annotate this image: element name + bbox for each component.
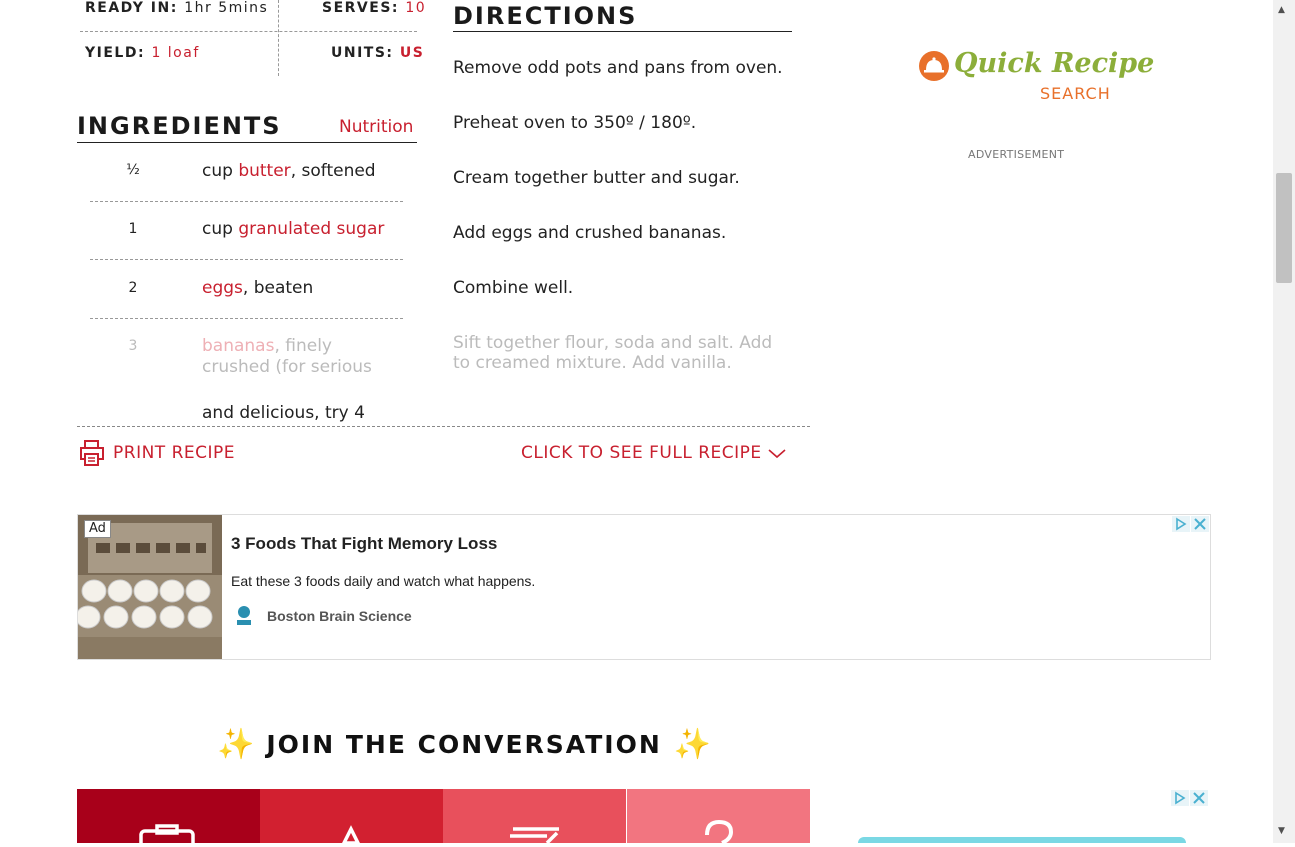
serves-value: 10 bbox=[405, 0, 427, 16]
advertiser-logo-icon bbox=[234, 605, 254, 627]
ingredient-post: , beaten bbox=[242, 278, 314, 298]
direction-step: Preheat oven to 350º / 180º. bbox=[453, 113, 697, 133]
yield-value: 1 loaf bbox=[151, 45, 200, 61]
advertisement-label: ADVERTISEMENT bbox=[968, 148, 1065, 161]
tile-photo[interactable] bbox=[77, 789, 260, 847]
directions-heading: DIRECTIONS bbox=[453, 2, 638, 30]
ad-title[interactable]: 3 Foods That Fight Memory Loss bbox=[231, 534, 497, 554]
ingredients-heading: INGREDIENTS bbox=[77, 112, 282, 140]
scroll-down-icon[interactable]: ▼ bbox=[1278, 826, 1285, 836]
chevron-down-icon bbox=[768, 449, 786, 459]
ingredient-link[interactable]: granulated sugar bbox=[238, 219, 384, 239]
serves-label: SERVES: bbox=[322, 0, 400, 16]
ingredient-qty: 2 bbox=[128, 280, 138, 296]
sidebar-ad-banner[interactable] bbox=[858, 837, 1186, 843]
ingredient-divider bbox=[90, 259, 403, 260]
units-label: UNITS: bbox=[331, 45, 394, 61]
print-recipe-button[interactable]: PRINT RECIPE bbox=[79, 439, 235, 467]
tile-review[interactable] bbox=[443, 789, 626, 845]
tile-question[interactable] bbox=[627, 789, 810, 845]
ad-advertiser[interactable]: Boston Brain Science bbox=[267, 608, 412, 624]
direction-step: Remove odd pots and pans from oven. bbox=[453, 58, 783, 78]
full-recipe-button[interactable]: CLICK TO SEE FULL RECIPE bbox=[521, 443, 787, 463]
native-ad[interactable]: Ad 3 Foods That Fight Memory Loss Eat th… bbox=[77, 514, 1211, 660]
full-recipe-label: CLICK TO SEE FULL RECIPE bbox=[521, 443, 762, 463]
conversation-title: JOIN THE CONVERSATION bbox=[266, 730, 662, 759]
ad-badge: Ad bbox=[84, 520, 111, 538]
ingredient-pre: cup bbox=[202, 161, 239, 181]
printer-icon bbox=[80, 440, 104, 466]
quick-recipe-search-logo[interactable]: Quick Recipe SEARCH bbox=[918, 48, 1154, 106]
ingredient-link[interactable]: butter bbox=[238, 161, 290, 181]
units-value[interactable]: US bbox=[400, 45, 424, 61]
question-icon bbox=[705, 819, 734, 845]
review-icon bbox=[510, 827, 559, 845]
meta-divider bbox=[80, 31, 417, 32]
ingredient-post: , softened bbox=[290, 161, 376, 181]
close-ad-icon[interactable] bbox=[1191, 516, 1209, 532]
close-ad-icon[interactable] bbox=[1190, 790, 1208, 806]
nutrition-link[interactable]: Nutrition bbox=[339, 117, 413, 137]
logo-subtext: SEARCH bbox=[1040, 84, 1111, 103]
recipe-bottom-divider bbox=[77, 426, 810, 427]
scroll-up-icon[interactable]: ▲ bbox=[1278, 5, 1285, 15]
ingredient-pre: cup bbox=[202, 219, 239, 239]
ingredient-text: bananas, finely crushed (for serious bbox=[202, 336, 402, 378]
print-recipe-label: PRINT RECIPE bbox=[113, 443, 236, 463]
conversation-heading: ✨ JOIN THE CONVERSATION ✨ bbox=[217, 727, 711, 762]
camera-icon bbox=[139, 824, 195, 847]
star-icon bbox=[341, 825, 361, 845]
sparkle-icon: ✨ bbox=[673, 727, 712, 762]
adchoices-icon[interactable] bbox=[1172, 516, 1190, 532]
cloche-icon bbox=[919, 51, 949, 81]
meta-vertical-divider bbox=[278, 0, 279, 76]
ingredient-divider bbox=[90, 318, 403, 319]
scrollbar-track[interactable] bbox=[1273, 0, 1295, 843]
ingredient-link[interactable]: eggs bbox=[202, 278, 243, 298]
yield-label: YIELD: bbox=[85, 45, 146, 61]
yield: YIELD: 1 loaf bbox=[85, 45, 200, 61]
units-selector[interactable]: UNITS: US bbox=[331, 45, 424, 61]
sparkle-icon: ✨ bbox=[217, 727, 255, 762]
ingredient-text: cup granulated sugar bbox=[202, 219, 384, 240]
ready-in: READY IN: 1hr 5mins bbox=[85, 0, 268, 16]
ready-in-value: 1hr 5mins bbox=[184, 0, 269, 16]
direction-step: Add eggs and crushed bananas. bbox=[453, 223, 727, 243]
direction-step: Sift together flour, soda and salt. Add … bbox=[453, 333, 773, 371]
ingredient-text: cup butter, softened bbox=[202, 161, 376, 182]
ad-description: Eat these 3 foods daily and watch what h… bbox=[231, 573, 536, 589]
ingredient-divider bbox=[90, 201, 403, 202]
serves: SERVES: 10 bbox=[322, 0, 426, 16]
ingredient-qty: ½ bbox=[126, 162, 140, 178]
direction-step: Cream together butter and sugar. bbox=[453, 168, 740, 188]
scrollbar-thumb[interactable] bbox=[1276, 173, 1292, 283]
direction-step: Combine well. bbox=[453, 278, 574, 298]
ingredient-link[interactable]: bananas bbox=[202, 336, 274, 356]
ingredient-text: and delicious, try 4 bbox=[202, 403, 365, 423]
tile-rate[interactable] bbox=[260, 789, 443, 845]
fade-mask bbox=[77, 378, 417, 400]
directions-underline bbox=[453, 31, 792, 32]
ingredient-text: eggs, beaten bbox=[202, 278, 313, 299]
ingredients-underline bbox=[77, 142, 417, 143]
adchoices-icon[interactable] bbox=[1171, 790, 1189, 806]
ingredient-qty: 1 bbox=[128, 221, 138, 237]
logo-text: Quick Recipe bbox=[954, 48, 1155, 79]
ready-in-label: READY IN: bbox=[85, 0, 178, 16]
ingredient-qty: 3 bbox=[128, 338, 138, 354]
